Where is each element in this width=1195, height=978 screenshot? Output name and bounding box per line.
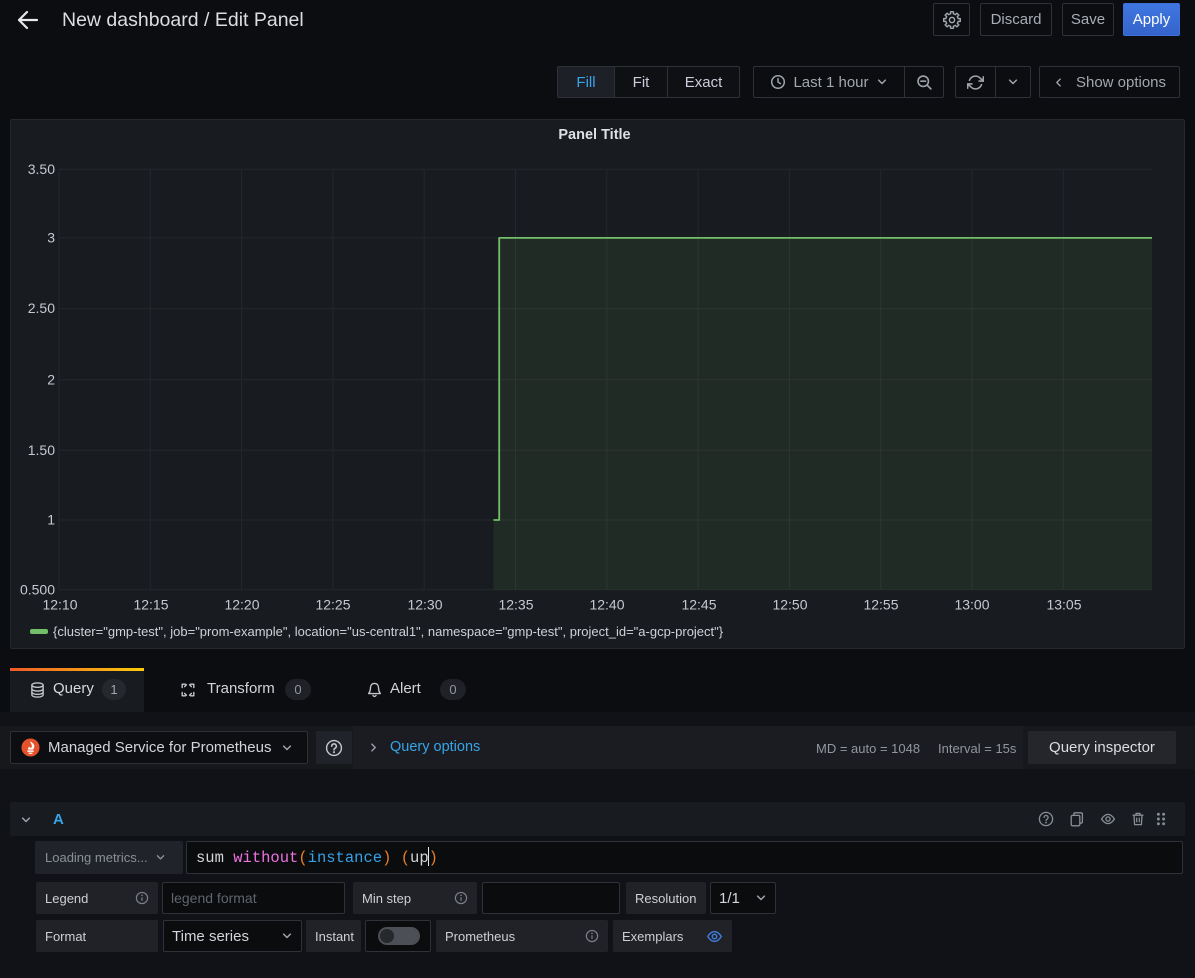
svg-text:3.50: 3.50 (28, 161, 55, 177)
svg-text:2: 2 (47, 371, 55, 387)
svg-text:12:30: 12:30 (407, 597, 442, 613)
svg-text:1.50: 1.50 (28, 442, 55, 458)
svg-text:13:05: 13:05 (1046, 597, 1081, 613)
svg-text:12:55: 12:55 (863, 597, 898, 613)
svg-text:12:10: 12:10 (42, 597, 77, 613)
svg-text:12:45: 12:45 (681, 597, 716, 613)
svg-text:12:35: 12:35 (498, 597, 533, 613)
svg-text:12:25: 12:25 (315, 597, 350, 613)
svg-text:12:50: 12:50 (772, 597, 807, 613)
svg-text:13:00: 13:00 (954, 597, 989, 613)
svg-text:12:40: 12:40 (589, 597, 624, 613)
svg-text:12:15: 12:15 (133, 597, 168, 613)
svg-text:1: 1 (47, 512, 55, 528)
svg-text:3: 3 (47, 230, 55, 246)
svg-text:2.50: 2.50 (28, 300, 55, 316)
svg-text:12:20: 12:20 (224, 597, 259, 613)
svg-text:0.500: 0.500 (20, 581, 55, 597)
